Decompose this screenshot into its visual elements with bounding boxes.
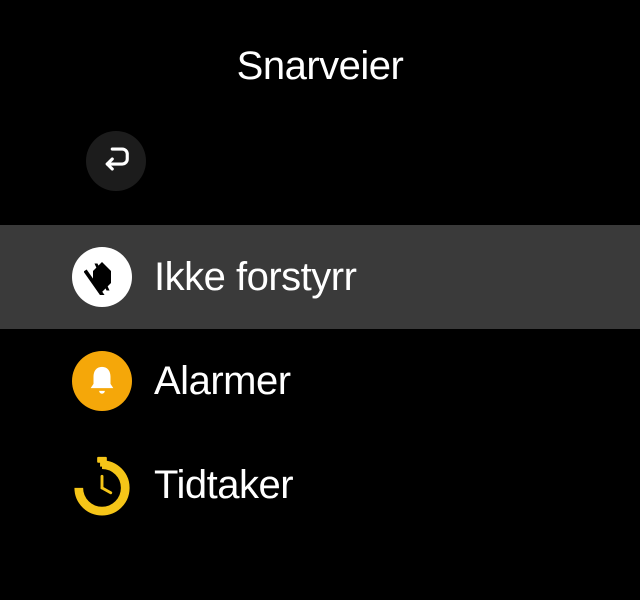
menu-item-alarm[interactable]: Alarmer <box>0 329 640 433</box>
dnd-icon <box>72 247 132 307</box>
menu-item-label: Ikke forstyrr <box>154 255 356 300</box>
back-arrow-icon <box>101 144 131 179</box>
menu-item-label: Tidtaker <box>154 463 293 508</box>
back-row <box>0 119 640 225</box>
menu-item-dnd[interactable]: Ikke forstyrr <box>0 225 640 329</box>
back-button[interactable] <box>86 131 146 191</box>
page-title: Snarveier <box>0 0 640 119</box>
stopwatch-icon <box>72 455 132 515</box>
bell-icon <box>72 351 132 411</box>
menu-item-timer[interactable]: Tidtaker <box>0 433 640 521</box>
menu-item-label: Alarmer <box>154 359 291 404</box>
